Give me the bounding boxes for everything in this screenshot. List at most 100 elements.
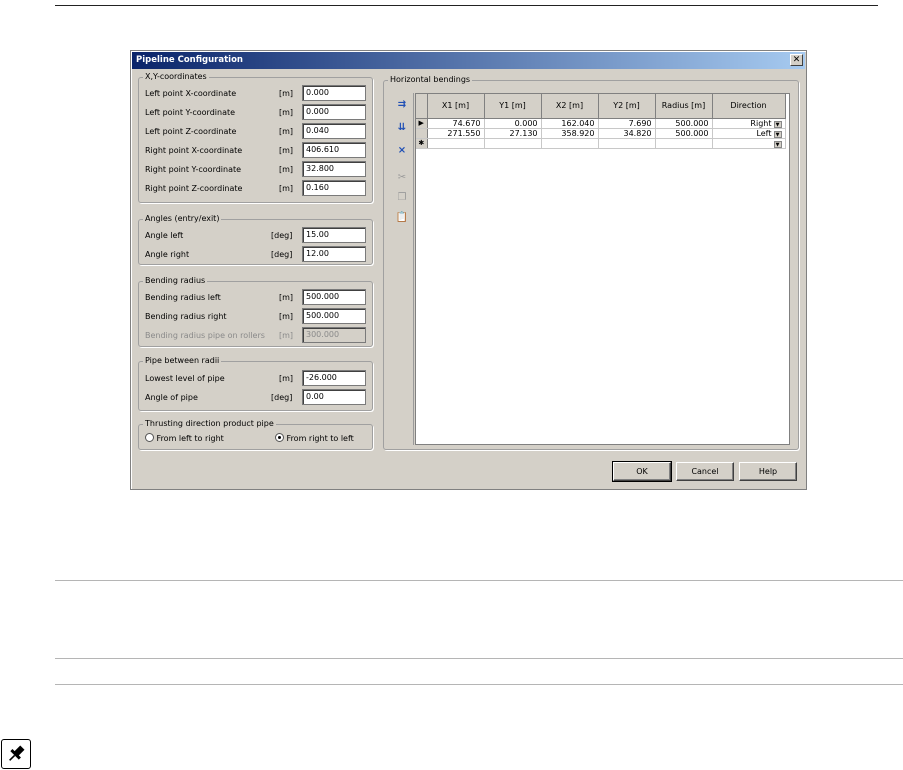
unit-label: [m] [279, 184, 294, 193]
direction-cell[interactable]: Right ▼ [712, 118, 786, 129]
field-label: Angle right [145, 250, 190, 259]
bending-radius-rollers-input: 300.000 [302, 327, 366, 343]
right-z-input[interactable]: 0.160 [302, 180, 366, 196]
divider [55, 684, 903, 685]
left-y-input[interactable]: 0.000 [302, 104, 366, 120]
thrusting-direction-group: Thrusting direction product pipe From le… [138, 419, 373, 450]
angles-group: Angles (entry/exit) Angle left [deg] 15.… [138, 214, 373, 265]
radio-label: From right to left [286, 434, 354, 443]
left-y-row: Left point Y-coordinate [m] 0.000 [145, 104, 366, 120]
table-cell[interactable] [427, 138, 485, 149]
bending-right-row: Bending radius right [m] 500.000 [145, 308, 366, 324]
top-rule [55, 5, 878, 6]
left-z-input[interactable]: 0.040 [302, 123, 366, 139]
grid-toolbar: ⇉ ⇊ ⨯ ✂ ❐ 📋 [390, 93, 414, 445]
copy-icon[interactable]: ❐ [394, 191, 410, 205]
insert-row-icon[interactable]: ⇉ [394, 98, 410, 112]
unit-label: [m] [279, 312, 294, 321]
chevron-down-icon[interactable]: ▼ [773, 120, 782, 128]
table-cell[interactable] [655, 138, 713, 149]
group-legend: Horizontal bendings [388, 75, 473, 84]
table-cell[interactable]: 358.920 [541, 128, 599, 139]
direction-value: Left [756, 128, 772, 138]
field-label: Bending radius left [145, 293, 221, 302]
direction-cell[interactable]: Left ▼ [712, 128, 786, 139]
right-z-row: Right point Z-coordinate [m] 0.160 [145, 180, 366, 196]
right-y-row: Right point Y-coordinate [m] 32.800 [145, 161, 366, 177]
unit-label: [m] [279, 374, 294, 383]
direction-cell[interactable]: ▼ [712, 138, 786, 149]
table-header-row: X1 [m] Y1 [m] X2 [m] Y2 [m] Radius [m] D… [416, 94, 786, 119]
angle-left-row: Angle left [deg] 15.00 [145, 227, 366, 243]
new-row-marker: ✱ [416, 138, 428, 149]
table-row[interactable]: ▶ 74.670 0.000 162.040 7.690 500.000 Rig… [416, 118, 786, 129]
column-header[interactable]: Y1 [m] [484, 94, 542, 119]
right-x-row: Right point X-coordinate [m] 406.610 [145, 142, 366, 158]
table-cell[interactable]: 162.040 [541, 118, 599, 129]
angle-right-input[interactable]: 12.00 [302, 246, 366, 262]
unit-label: [m] [279, 331, 294, 340]
table-cell[interactable] [598, 138, 656, 149]
unit-label: [m] [279, 293, 294, 302]
dialog-titlebar[interactable]: Pipeline Configuration ✕ [132, 52, 805, 69]
table-cell[interactable] [541, 138, 599, 149]
column-header[interactable]: X2 [m] [541, 94, 599, 119]
radio-button-selected[interactable] [275, 433, 284, 442]
xy-coordinates-group: X,Y-coordinates Left point X-coordinate … [138, 72, 373, 203]
radio-right-to-left[interactable]: From right to left [275, 433, 354, 443]
table-cell[interactable]: 0.000 [484, 118, 542, 129]
table-cell[interactable]: 500.000 [655, 118, 713, 129]
row-indicator-header [416, 94, 428, 119]
group-legend: Thrusting direction product pipe [143, 419, 276, 428]
table-cell[interactable]: 34.820 [598, 128, 656, 139]
paste-icon[interactable]: 📋 [394, 211, 410, 225]
bending-rollers-row: Bending radius pipe on rollers [m] 300.0… [145, 327, 366, 343]
lowest-level-input[interactable]: -26.000 [302, 370, 366, 386]
angle-left-input[interactable]: 15.00 [302, 227, 366, 243]
table-cell[interactable]: 271.550 [427, 128, 485, 139]
angle-right-row: Angle right [deg] 12.00 [145, 246, 366, 262]
bending-radius-group: Bending radius Bending radius left [m] 5… [138, 276, 373, 347]
column-header[interactable]: Radius [m] [655, 94, 713, 119]
table-cell[interactable]: 500.000 [655, 128, 713, 139]
table-cell[interactable] [484, 138, 542, 149]
bending-radius-left-input[interactable]: 500.000 [302, 289, 366, 305]
unit-label: [m] [279, 165, 294, 174]
help-button[interactable]: Help [739, 462, 797, 481]
pipeline-configuration-dialog: Pipeline Configuration ✕ X,Y-coordinates… [130, 50, 807, 490]
table-row[interactable]: 271.550 27.130 358.920 34.820 500.000 Le… [416, 128, 786, 139]
radio-button[interactable] [145, 433, 154, 442]
new-table-row[interactable]: ✱ ▼ [416, 138, 786, 149]
field-label: Right point Y-coordinate [145, 165, 242, 174]
delete-row-icon[interactable]: ⨯ [394, 144, 410, 158]
left-x-input[interactable]: 0.000 [302, 85, 366, 101]
column-header[interactable]: Y2 [m] [598, 94, 656, 119]
right-y-input[interactable]: 32.800 [302, 161, 366, 177]
angle-of-pipe-input[interactable]: 0.00 [302, 389, 366, 405]
chevron-down-icon[interactable]: ▼ [773, 130, 782, 138]
bending-radius-right-input[interactable]: 500.000 [302, 308, 366, 324]
close-button[interactable]: ✕ [790, 54, 803, 66]
chevron-down-icon[interactable]: ▼ [773, 140, 782, 148]
group-legend: Pipe between radii [143, 356, 222, 365]
column-header[interactable]: X1 [m] [427, 94, 485, 119]
field-label: Right point Z-coordinate [145, 184, 243, 193]
unit-label: [m] [279, 108, 294, 117]
field-label: Left point X-coordinate [145, 89, 237, 98]
table-cell[interactable]: 74.670 [427, 118, 485, 129]
table-cell[interactable]: 7.690 [598, 118, 656, 129]
ok-button[interactable]: OK [612, 461, 672, 482]
table-cell[interactable]: 27.130 [484, 128, 542, 139]
insert-row-below-icon[interactable]: ⇊ [394, 121, 410, 135]
right-x-input[interactable]: 406.610 [302, 142, 366, 158]
cancel-button[interactable]: Cancel [676, 462, 734, 481]
field-label: Lowest level of pipe [145, 374, 225, 383]
pin-icon [1, 739, 31, 769]
cut-icon[interactable]: ✂ [394, 171, 410, 185]
field-label: Angle of pipe [145, 393, 198, 402]
horizontal-bendings-group: Horizontal bendings ⇉ ⇊ ⨯ ✂ ❐ 📋 X1 [m] Y… [383, 75, 799, 450]
direction-value: Right [750, 118, 772, 128]
unit-label: [deg] [271, 393, 293, 402]
radio-left-to-right[interactable]: From left to right [145, 433, 224, 443]
column-header[interactable]: Direction [712, 94, 786, 119]
